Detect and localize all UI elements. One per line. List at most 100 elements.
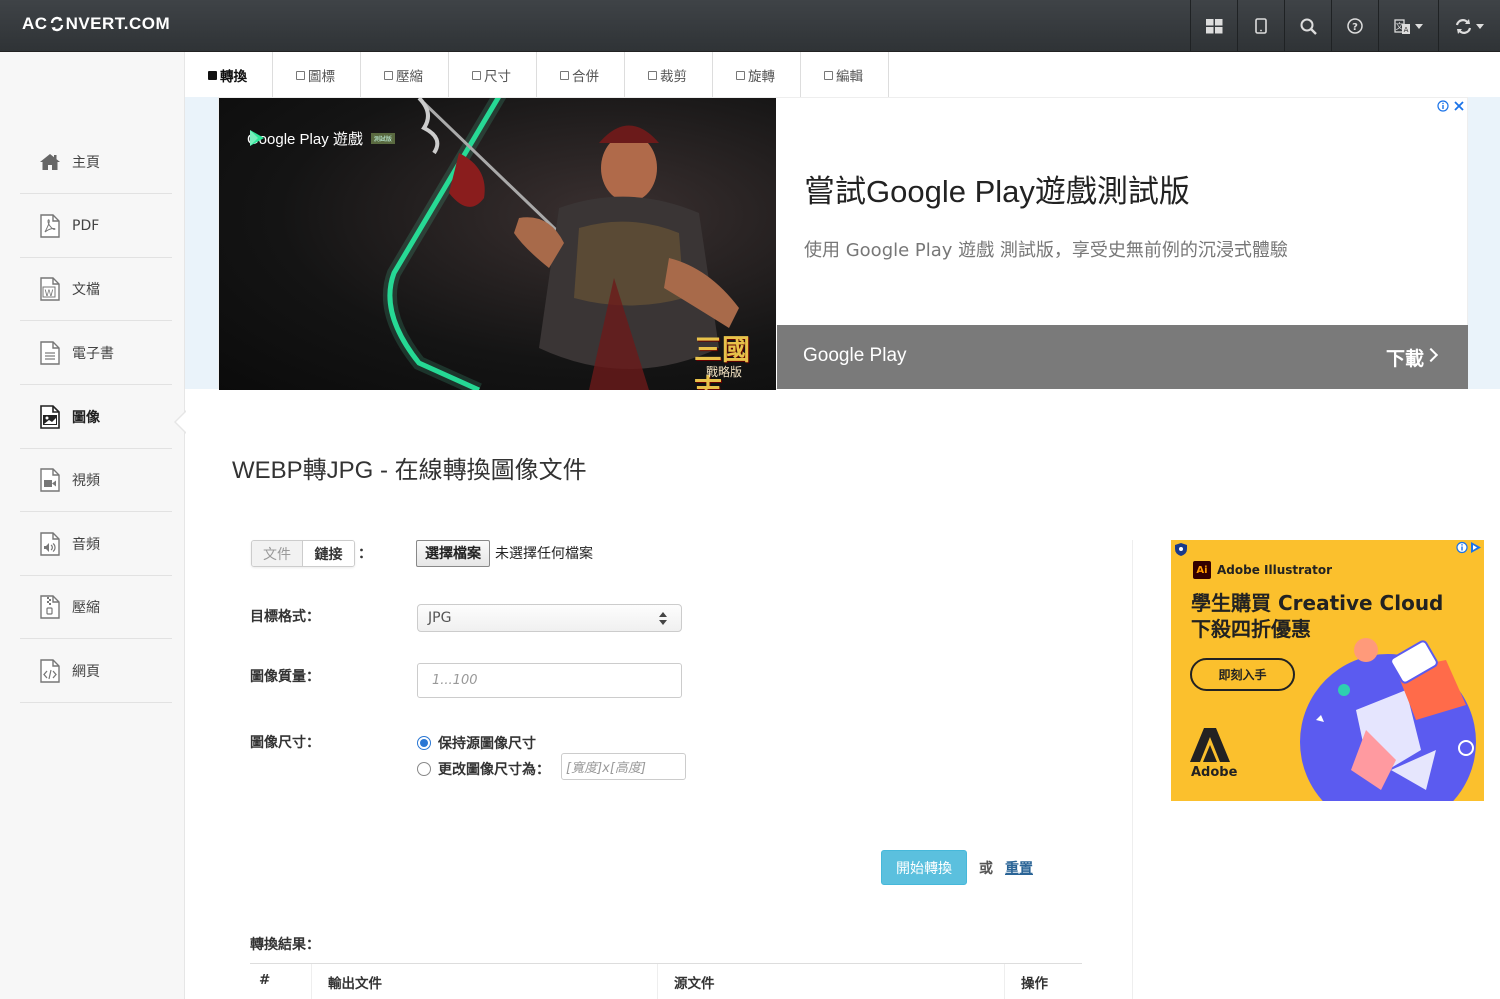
- ad-choices[interactable]: [1437, 100, 1465, 112]
- google-play-games-brand: Google Play 遊戲 測試版: [247, 128, 395, 149]
- source-toggle: 文件 鏈接: [251, 540, 355, 567]
- checkbox-icon: [296, 70, 305, 80]
- source-tab-file[interactable]: 文件: [252, 541, 303, 566]
- top-navbar: AC NVERT.COM ? 文 A: [0, 0, 1500, 52]
- tab-label: 壓縮: [396, 69, 423, 85]
- sidebar-item-label: 主頁: [72, 155, 100, 171]
- sidebar-item-label: 壓縮: [72, 600, 100, 616]
- image-quality-input[interactable]: 1...100: [417, 663, 682, 698]
- dimension-input[interactable]: [寬度]x[高度]: [561, 753, 686, 780]
- results-table-header: # 輸出文件 源文件 操作: [250, 963, 1082, 999]
- ad-title[interactable]: 嘗試Google Play遊戲測試版: [804, 166, 1190, 211]
- target-format-select[interactable]: JPG: [417, 604, 682, 632]
- start-convert-button[interactable]: 開始轉換: [881, 850, 967, 885]
- game-logo: 三國志: [694, 333, 751, 390]
- sidebar-item-home[interactable]: 主頁: [20, 131, 172, 194]
- reset-link[interactable]: 重置: [1005, 858, 1033, 878]
- active-indicator: [176, 412, 186, 432]
- ad-adobe-creative-cloud[interactable]: Ai Adobe Illustrator 學生購買 Creative Cloud…: [1171, 540, 1484, 801]
- language-dropdown[interactable]: 文 A: [1378, 0, 1438, 52]
- sidebar-item-label: 網頁: [72, 664, 100, 680]
- checkbox-icon: [472, 70, 481, 80]
- help-button[interactable]: ?: [1331, 0, 1378, 52]
- or-text: 或: [979, 861, 993, 877]
- image-size-label: 圖像尺寸：: [250, 735, 320, 751]
- sidebar-item-image[interactable]: 圖像: [20, 386, 172, 449]
- sidebar-item-label: 電子書: [72, 346, 114, 362]
- svg-text:W: W: [45, 289, 54, 299]
- ad-banner-google-play[interactable]: Google Play 遊戲 測試版 三國志 戰略版 嘗試Google Play…: [218, 97, 1468, 390]
- size-change-option[interactable]: 更改圖像尺寸為：: [417, 759, 550, 779]
- checkbox-icon: [824, 70, 833, 80]
- sidebar-item-document[interactable]: W 文檔: [20, 258, 172, 321]
- radio-keep-size[interactable]: [417, 736, 431, 750]
- ad-download-button[interactable]: 下載: [1386, 344, 1424, 371]
- ad-product-name: Adobe Illustrator: [1217, 563, 1333, 577]
- page-title: WEBP轉JPG - 在線轉換圖像文件: [232, 457, 587, 484]
- sidebar-item-webpage[interactable]: 網頁: [20, 640, 172, 703]
- sidebar-item-archive[interactable]: 壓縮: [20, 576, 172, 639]
- tab-icon[interactable]: 圖標: [273, 52, 361, 98]
- file-input[interactable]: 選擇檔案 未選擇任何檔案: [416, 539, 701, 567]
- adobe-brand-text: Adobe: [1191, 765, 1238, 780]
- sidebar-item-pdf[interactable]: PDF: [20, 195, 172, 258]
- site-logo[interactable]: AC NVERT.COM: [22, 14, 170, 34]
- sidebar-item-audio[interactable]: 音頻: [20, 513, 172, 576]
- tab-label: 轉換: [220, 69, 247, 85]
- sidebar-item-label: PDF: [72, 218, 100, 234]
- close-icon[interactable]: [1453, 100, 1465, 112]
- tab-crop[interactable]: 裁剪: [625, 52, 713, 98]
- chevron-down-icon: [1415, 23, 1423, 29]
- tab-edit[interactable]: 編輯: [801, 52, 889, 98]
- converter-switch-dropdown[interactable]: [1438, 0, 1500, 52]
- checkbox-icon: [208, 70, 217, 80]
- checkbox-icon: [560, 70, 569, 80]
- tab-label: 合併: [572, 69, 599, 85]
- tab-compress[interactable]: 壓縮: [361, 52, 449, 98]
- adobe-logo-icon: [1190, 728, 1230, 762]
- select-arrows-icon: [659, 612, 667, 625]
- radio-change-size[interactable]: [417, 762, 431, 776]
- tab-label: 裁剪: [660, 69, 687, 85]
- ad-choices[interactable]: [1456, 541, 1482, 557]
- sidebar-item-ebook[interactable]: 電子書: [20, 322, 172, 385]
- choose-file-button[interactable]: 選擇檔案: [416, 539, 490, 567]
- video-file-icon: [40, 468, 60, 492]
- source-tab-url[interactable]: 鏈接: [303, 541, 354, 566]
- column-output-file: 輸出文件: [312, 964, 658, 999]
- mobile-button[interactable]: [1237, 0, 1284, 52]
- ad-download-bar[interactable]: Google Play 下載: [777, 325, 1468, 389]
- chevron-down-icon: [1476, 23, 1484, 29]
- illustrator-logo-icon: Ai: [1193, 561, 1211, 579]
- info-icon[interactable]: [1437, 100, 1449, 112]
- search-button[interactable]: [1284, 0, 1331, 52]
- tab-merge[interactable]: 合併: [537, 52, 625, 98]
- google-play-logo-icon: [250, 130, 264, 146]
- grid-menu-button[interactable]: [1190, 0, 1237, 52]
- target-format-label: 目標格式：: [250, 609, 320, 625]
- tab-convert[interactable]: 轉換: [185, 52, 273, 98]
- ad-subtitle: 使用 Google Play 遊戲 測試版，享受史無前例的沉浸式體驗: [804, 240, 1288, 261]
- ad-cta-button[interactable]: 即刻入手: [1190, 658, 1295, 691]
- logo-text-prefix: AC: [22, 14, 48, 33]
- dimension-placeholder: [寬度]x[高度]: [566, 761, 646, 776]
- sidebar-item-label: 視頻: [72, 473, 100, 489]
- tab-resize[interactable]: 尺寸: [449, 52, 537, 98]
- sidebar-item-video[interactable]: 視頻: [20, 449, 172, 512]
- grid-icon: [1205, 18, 1222, 33]
- target-format-value: JPG: [428, 610, 452, 626]
- column-actions: 操作: [1021, 976, 1048, 992]
- results-label: 轉換結果：: [250, 937, 320, 953]
- svg-text:?: ?: [1352, 22, 1358, 33]
- size-change-label: 更改圖像尺寸為：: [438, 762, 550, 778]
- word-file-icon: W: [40, 277, 60, 301]
- size-keep-option[interactable]: 保持源圖像尺寸: [417, 733, 536, 753]
- checkbox-icon: [648, 70, 657, 80]
- ad-choices-icon[interactable]: [1456, 541, 1482, 554]
- size-keep-label: 保持源圖像尺寸: [438, 736, 536, 752]
- image-file-icon: [40, 405, 60, 429]
- column-source-file: 源文件: [658, 964, 1005, 999]
- ad-game-image[interactable]: Google Play 遊戲 測試版 三國志 戰略版: [219, 98, 776, 390]
- tab-rotate[interactable]: 旋轉: [713, 52, 801, 98]
- game-logo-sub: 戰略版: [706, 365, 743, 379]
